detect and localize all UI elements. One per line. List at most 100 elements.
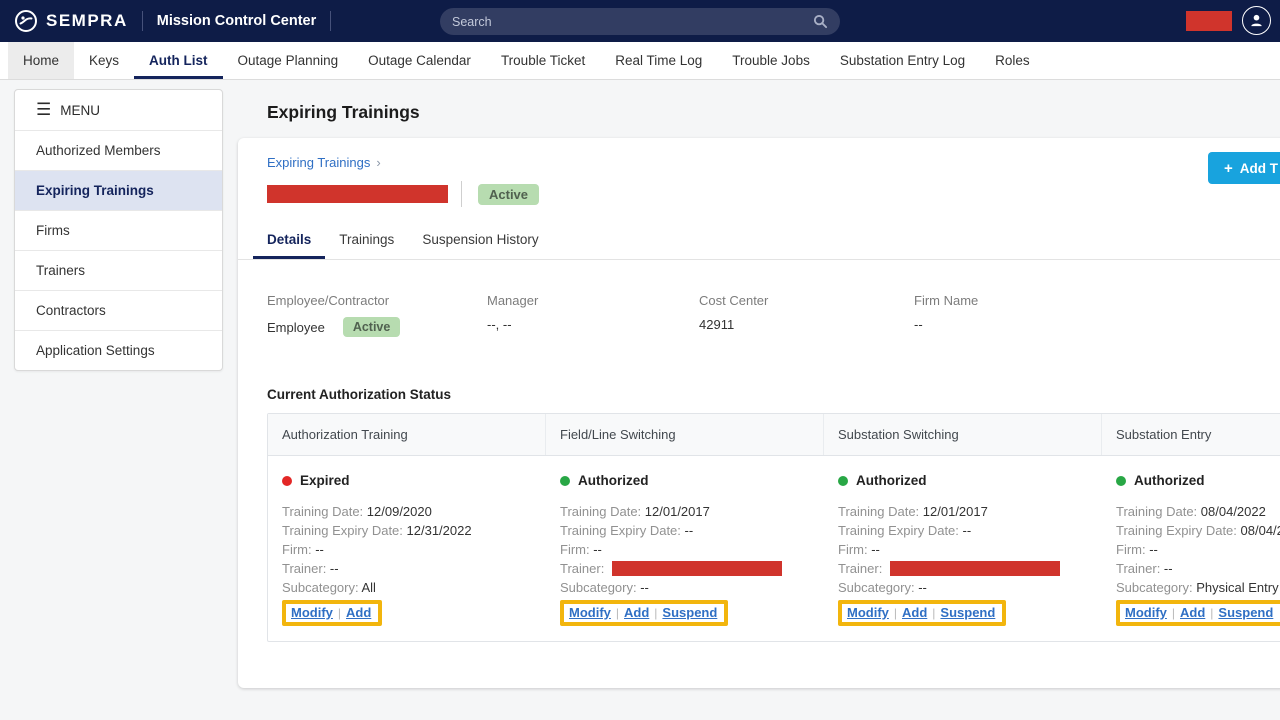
top-navbar: SEMPRA Mission Control Center	[0, 0, 1280, 42]
add-link[interactable]: Add	[902, 605, 927, 620]
detail-value: --	[1149, 542, 1158, 557]
detail-value: --	[593, 542, 602, 557]
detail-label: Training Expiry Date:	[282, 523, 407, 538]
status-badge: Active	[343, 317, 401, 337]
detail-label: Trainer:	[560, 561, 608, 576]
detail-label: Trainer:	[282, 561, 330, 576]
tab-trouble-ticket[interactable]: Trouble Ticket	[486, 42, 600, 79]
sidebar-item-contractors[interactable]: Contractors	[15, 290, 222, 330]
detail-value: --	[330, 561, 339, 576]
auth-status: Authorized	[838, 473, 1088, 488]
tab-keys[interactable]: Keys	[74, 42, 134, 79]
detail-label: Training Expiry Date:	[1116, 523, 1241, 538]
auth-table: Authorization TrainingField/Line Switchi…	[267, 413, 1280, 642]
sidebar-item-firms[interactable]: Firms	[15, 210, 222, 250]
detail-value: --	[963, 523, 972, 538]
detail-trainer-: Trainer: --	[1116, 559, 1280, 578]
sidebar-item-expiring-trainings[interactable]: Expiring Trainings	[15, 170, 222, 210]
auth-col-header-authorization-training: Authorization Training	[268, 414, 546, 455]
detail-firm-: Firm: --	[282, 540, 532, 559]
user-avatar-icon[interactable]	[1242, 6, 1271, 35]
record-tab-trainings[interactable]: Trainings	[325, 221, 408, 259]
tab-roles[interactable]: Roles	[980, 42, 1045, 79]
detail-value: --	[871, 542, 880, 557]
detail-value: --	[640, 580, 649, 595]
auth-status: Authorized	[560, 473, 810, 488]
record-tab-suspension-history[interactable]: Suspension History	[408, 221, 552, 259]
sidebar-item-trainers[interactable]: Trainers	[15, 250, 222, 290]
detail-subcategory-: Subcategory: --	[838, 578, 1088, 597]
brand-name: SEMPRA	[46, 11, 128, 31]
tab-home[interactable]: Home	[8, 42, 74, 79]
detail-fields: Employee/ContractorEmployeeActiveManager…	[238, 260, 1280, 337]
add-link[interactable]: Add	[1180, 605, 1205, 620]
field-value-text: --, --	[487, 317, 512, 332]
field-value-text: Employee	[267, 320, 325, 335]
sempra-logo-icon	[14, 9, 38, 33]
search-icon[interactable]	[813, 14, 828, 29]
detail-training-date-: Training Date: 08/04/2022	[1116, 502, 1280, 521]
status-dot-icon	[282, 476, 292, 486]
hamburger-icon: ☰	[36, 100, 51, 120]
record-tab-details[interactable]: Details	[253, 221, 325, 259]
link-separator: |	[894, 606, 897, 620]
detail-label: Subcategory:	[1116, 580, 1196, 595]
sidebar-item-application-settings[interactable]: Application Settings	[15, 330, 222, 370]
add-link[interactable]: Add	[346, 605, 371, 620]
search-box[interactable]	[440, 8, 840, 35]
tab-real-time-log[interactable]: Real Time Log	[600, 42, 717, 79]
detail-training-date-: Training Date: 12/01/2017	[560, 502, 810, 521]
modify-link[interactable]: Modify	[569, 605, 611, 620]
search-input[interactable]	[452, 15, 813, 29]
field-label: Cost Center	[699, 293, 914, 308]
sidebar-menu-header[interactable]: ☰ MENU	[15, 90, 222, 130]
tab-substation-entry-log[interactable]: Substation Entry Log	[825, 42, 980, 79]
modify-link[interactable]: Modify	[847, 605, 889, 620]
record-tab-bar: DetailsTrainingsSuspension History	[238, 221, 1280, 260]
detail-training-expiry-date-: Training Expiry Date: 08/04/2	[1116, 521, 1280, 540]
suspend-link[interactable]: Suspend	[662, 605, 717, 620]
field-value: 42911	[699, 317, 914, 332]
detail-label: Firm:	[838, 542, 871, 557]
tab-trouble-jobs[interactable]: Trouble Jobs	[717, 42, 825, 79]
detail-trainer-: Trainer:	[838, 559, 1088, 578]
detail-label: Firm:	[282, 542, 315, 557]
tab-outage-planning[interactable]: Outage Planning	[223, 42, 354, 79]
employee-name-row: Active	[267, 181, 1280, 207]
detail-training-date-: Training Date: 12/09/2020	[282, 502, 532, 521]
detail-value: 12/01/2017	[923, 504, 988, 519]
detail-training-expiry-date-: Training Expiry Date: 12/31/2022	[282, 521, 532, 540]
status-text: Authorized	[1134, 473, 1205, 488]
field-employee-contractor: Employee/ContractorEmployeeActive	[267, 293, 487, 337]
detail-subcategory-: Subcategory: Physical Entry	[1116, 578, 1280, 597]
redacted-employee-name	[267, 185, 448, 203]
auth-status: Authorized	[1116, 473, 1280, 488]
detail-value: 08/04/2022	[1201, 504, 1266, 519]
content-area: ☰ MENU Authorized MembersExpiring Traini…	[0, 80, 1280, 720]
tab-auth-list[interactable]: Auth List	[134, 42, 223, 79]
link-separator: |	[616, 606, 619, 620]
sidebar-item-authorized-members[interactable]: Authorized Members	[15, 130, 222, 170]
field-value-text: 42911	[699, 317, 734, 332]
detail-value: Physical Entry	[1196, 580, 1278, 595]
link-separator: |	[932, 606, 935, 620]
vertical-divider	[461, 181, 462, 207]
add-training-button[interactable]: +Add T	[1208, 152, 1280, 184]
detail-subcategory-: Subcategory: All	[282, 578, 532, 597]
status-text: Authorized	[578, 473, 649, 488]
suspend-link[interactable]: Suspend	[940, 605, 995, 620]
action-links-highlight: Modify|Add|Suspend	[560, 600, 728, 626]
suspend-link[interactable]: Suspend	[1218, 605, 1273, 620]
add-link[interactable]: Add	[624, 605, 649, 620]
detail-value: 12/09/2020	[367, 504, 432, 519]
status-dot-icon	[838, 476, 848, 486]
detail-label: Trainer:	[838, 561, 886, 576]
tab-outage-calendar[interactable]: Outage Calendar	[353, 42, 486, 79]
modify-link[interactable]: Modify	[1125, 605, 1167, 620]
breadcrumb: Expiring Trainings›	[267, 154, 1280, 172]
app-title: Mission Control Center	[157, 13, 317, 29]
modify-link[interactable]: Modify	[291, 605, 333, 620]
link-separator: |	[1210, 606, 1213, 620]
detail-value: 12/01/2017	[645, 504, 710, 519]
breadcrumb-link[interactable]: Expiring Trainings	[267, 155, 370, 170]
